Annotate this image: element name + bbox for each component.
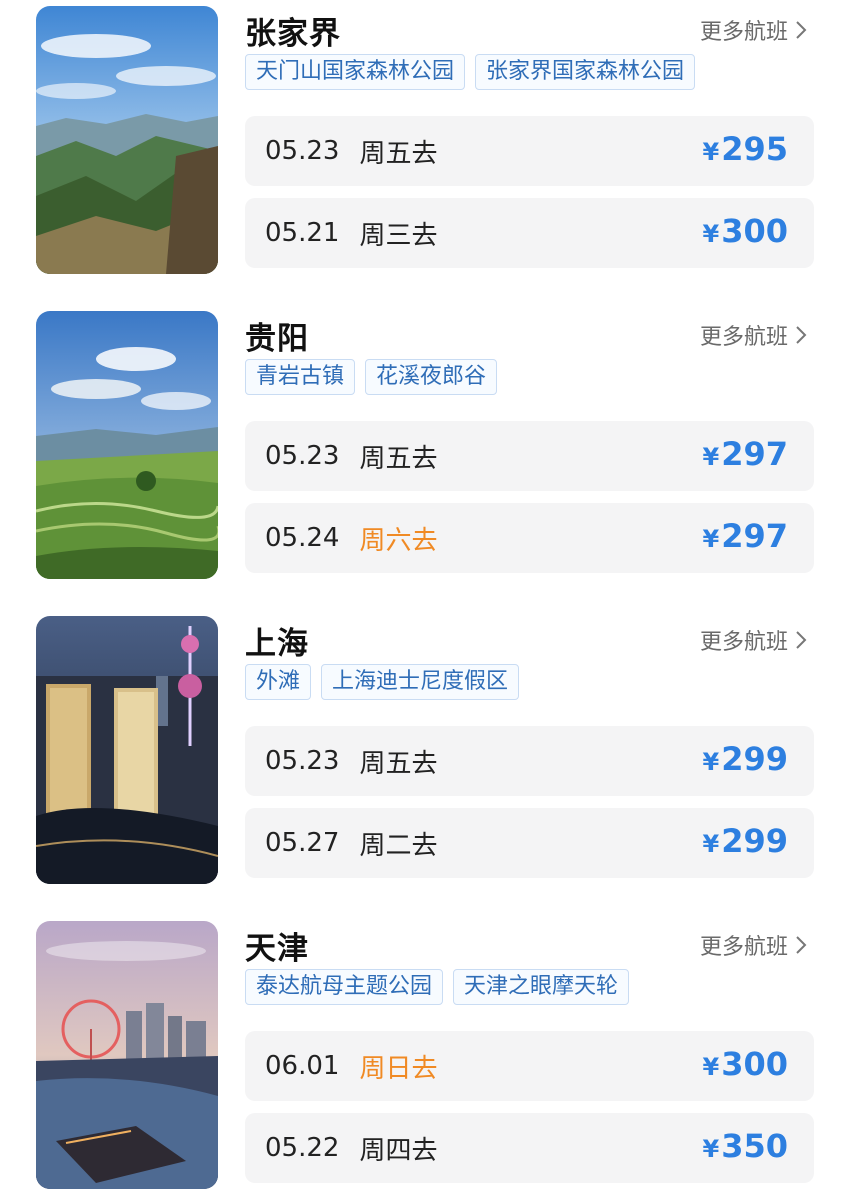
currency-symbol: ¥ <box>702 220 720 248</box>
more-flights-label: 更多航班 <box>699 325 788 350</box>
price-value: 300 <box>721 1045 788 1083</box>
more-flights-link[interactable]: 更多航班 <box>700 319 808 351</box>
attraction-tag[interactable]: 上海迪士尼度假区 <box>321 664 520 700</box>
chevron-right-icon <box>796 21 807 39</box>
chevron-right-icon <box>796 936 807 954</box>
flight-weekday: 周五去 <box>359 748 438 779</box>
destination-photo[interactable] <box>36 616 218 884</box>
attraction-tags: 青岩古镇 花溪夜郎谷 <box>245 359 498 395</box>
flight-price: ¥297 <box>703 517 789 555</box>
currency-symbol: ¥ <box>702 1135 720 1163</box>
price-value: 300 <box>721 212 788 250</box>
flight-weekday: 周二去 <box>359 830 438 861</box>
flight-price: ¥300 <box>703 212 789 250</box>
attraction-tag[interactable]: 泰达航母主题公园 <box>245 969 444 1005</box>
price-value: 297 <box>721 435 788 473</box>
attraction-tag[interactable]: 张家界国家森林公园 <box>475 54 696 90</box>
attraction-tag[interactable]: 青岩古镇 <box>245 359 356 395</box>
city-name: 上海 <box>245 626 309 662</box>
attraction-tag[interactable]: 花溪夜郎谷 <box>365 359 498 395</box>
destination-card[interactable]: 天津 更多航班 泰达航母主题公园 天津之眼摩天轮 06.01 周日去 ¥300 … <box>0 915 850 1189</box>
destination-card[interactable]: 张家界 更多航班 天门山国家森林公园 张家界国家森林公园 05.23 周五去 ¥… <box>0 0 850 274</box>
more-flights-label: 更多航班 <box>699 935 788 960</box>
attraction-tags: 天门山国家森林公园 张家界国家森林公园 <box>245 54 696 90</box>
more-flights-link[interactable]: 更多航班 <box>700 14 808 46</box>
attraction-tags: 外滩 上海迪士尼度假区 <box>245 664 520 700</box>
flight-price: ¥299 <box>703 822 789 860</box>
flight-row[interactable]: 05.24 周六去 ¥297 <box>245 503 814 573</box>
flight-row[interactable]: 06.01 周日去 ¥300 <box>245 1031 814 1101</box>
price-value: 299 <box>721 740 788 778</box>
chevron-right-icon <box>796 631 807 649</box>
city-skyline-night-image <box>36 616 218 884</box>
flight-row[interactable]: 05.23 周五去 ¥295 <box>245 116 814 186</box>
flight-price: ¥297 <box>703 435 789 473</box>
destination-card[interactable]: 上海 更多航班 外滩 上海迪士尼度假区 05.23 周五去 ¥299 05.27… <box>0 610 850 884</box>
attraction-tag[interactable]: 外滩 <box>245 664 312 700</box>
destination-photo[interactable] <box>36 6 218 274</box>
flight-row[interactable]: 05.22 周四去 ¥350 <box>245 1113 814 1183</box>
terraced-fields-image <box>36 311 218 579</box>
price-value: 299 <box>721 822 788 860</box>
flight-row[interactable]: 05.23 周五去 ¥299 <box>245 726 814 796</box>
flight-price: ¥300 <box>703 1045 789 1083</box>
attraction-tag[interactable]: 天门山国家森林公园 <box>245 54 466 90</box>
destination-photo[interactable] <box>36 921 218 1189</box>
flight-weekday: 周四去 <box>359 1135 438 1166</box>
currency-symbol: ¥ <box>702 525 720 553</box>
more-flights-label: 更多航班 <box>699 20 788 45</box>
currency-symbol: ¥ <box>702 1053 720 1081</box>
flight-date: 05.21 <box>265 218 340 248</box>
more-flights-link[interactable]: 更多航班 <box>700 929 808 961</box>
flight-row[interactable]: 05.23 周五去 ¥297 <box>245 421 814 491</box>
currency-symbol: ¥ <box>702 748 720 776</box>
flight-weekday: 周六去 <box>359 525 438 556</box>
price-value: 350 <box>721 1127 788 1165</box>
currency-symbol: ¥ <box>702 830 720 858</box>
chevron-right-icon <box>796 326 807 344</box>
flight-date: 05.22 <box>265 1133 340 1163</box>
currency-symbol: ¥ <box>702 138 720 166</box>
flight-date: 05.23 <box>265 441 340 471</box>
destination-card[interactable]: 贵阳 更多航班 青岩古镇 花溪夜郎谷 05.23 周五去 ¥297 05.24 … <box>0 305 850 579</box>
flight-date: 05.23 <box>265 136 340 166</box>
city-name: 贵阳 <box>245 321 309 357</box>
flight-date: 05.24 <box>265 523 340 553</box>
city-name: 张家界 <box>245 16 341 52</box>
attraction-tags: 泰达航母主题公园 天津之眼摩天轮 <box>245 969 630 1005</box>
flight-weekday: 周日去 <box>359 1053 438 1084</box>
price-value: 297 <box>721 517 788 555</box>
flight-weekday: 周三去 <box>359 220 438 251</box>
flight-price: ¥350 <box>703 1127 789 1165</box>
flight-row[interactable]: 05.27 周二去 ¥299 <box>245 808 814 878</box>
flight-weekday: 周五去 <box>359 443 438 474</box>
mountain-landscape-image <box>36 6 218 274</box>
flight-price: ¥295 <box>703 130 789 168</box>
price-value: 295 <box>721 130 788 168</box>
attraction-tag[interactable]: 天津之眼摩天轮 <box>453 969 630 1005</box>
flight-weekday: 周五去 <box>359 138 438 169</box>
flight-date: 05.23 <box>265 746 340 776</box>
flight-row[interactable]: 05.21 周三去 ¥300 <box>245 198 814 268</box>
city-name: 天津 <box>245 931 309 967</box>
flight-price: ¥299 <box>703 740 789 778</box>
flight-date: 06.01 <box>265 1051 340 1081</box>
flight-date: 05.27 <box>265 828 340 858</box>
destination-photo[interactable] <box>36 311 218 579</box>
more-flights-label: 更多航班 <box>699 630 788 655</box>
ferris-wheel-river-image <box>36 921 218 1189</box>
more-flights-link[interactable]: 更多航班 <box>700 624 808 656</box>
currency-symbol: ¥ <box>702 443 720 471</box>
